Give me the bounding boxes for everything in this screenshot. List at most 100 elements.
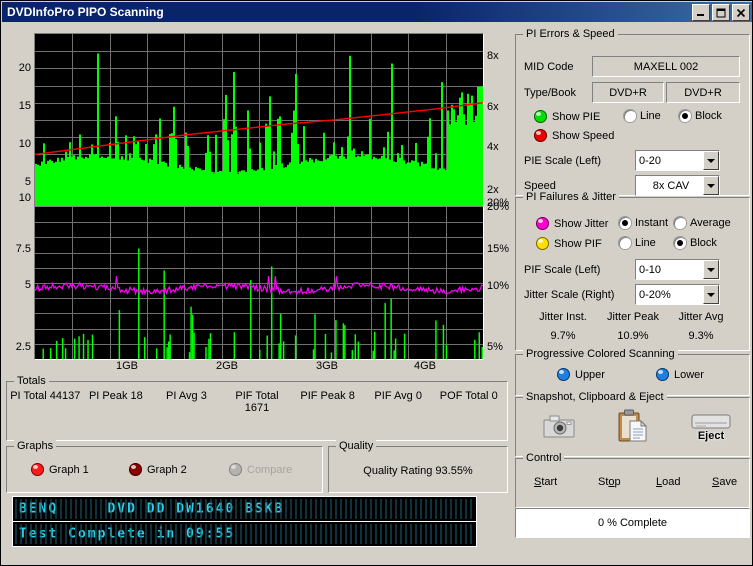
graph-2-button[interactable]: Graph 2: [129, 463, 187, 476]
window-controls: [692, 4, 750, 21]
type-value: DVD+R: [592, 82, 664, 103]
upper-label: Upper: [575, 368, 605, 381]
totals-header: POF Total: [439, 390, 489, 402]
title-bar[interactable]: DVDInfoPro PIPO Scanning: [2, 2, 752, 22]
jitter-peak-value: 10.9%: [617, 330, 649, 342]
start-button[interactable]: Start: [534, 476, 557, 488]
status-display: Test Complete in 09:55: [13, 522, 476, 546]
lower-ytick-7_5: 7.5: [15, 243, 31, 255]
pif-line-radio[interactable]: Line: [619, 237, 656, 249]
show-pie-toggle[interactable]: Show PIE: [534, 110, 600, 123]
quality-rating: Quality Rating 93.55%: [363, 465, 473, 477]
lower-ytick-2_5: 2.5: [15, 341, 31, 353]
graph-1-led: [31, 463, 44, 476]
upper-ytick-5: 5: [24, 176, 31, 188]
upper-ytick-bottom: 10: [18, 192, 31, 204]
show-pie-led: [534, 110, 547, 123]
pif-jitter-plot[interactable]: [34, 206, 484, 360]
quality-legend: Quality: [336, 440, 377, 452]
progressive-scanning-group: Progressive Colored Scanning Upper Lower: [515, 348, 750, 396]
compare-label: Compare: [247, 463, 293, 476]
totals-value: 44137: [49, 390, 81, 402]
jitter-peak-label: Jitter Peak: [607, 311, 659, 323]
totals-header: PI Peak: [88, 390, 128, 402]
jitter-peak-stat: Jitter Peak 10.9%: [596, 311, 670, 342]
jitter-instant-label: Instant: [635, 217, 669, 229]
pie-speed-plot[interactable]: [34, 33, 484, 207]
speed-value: 8x CAV: [652, 179, 690, 192]
camera-icon[interactable]: [541, 410, 577, 444]
compare-button[interactable]: Compare: [229, 463, 292, 476]
totals-value: 3: [200, 390, 207, 402]
pie-mode-line-label: Line: [640, 110, 661, 122]
jitter-average-label: Average: [690, 217, 731, 229]
radio-dot: [619, 217, 631, 229]
graph-2-label: Graph 2: [147, 463, 187, 476]
jitter-instant-radio[interactable]: Instant: [619, 217, 668, 229]
totals-header: PI Avg: [166, 390, 198, 402]
pie-scale-value: 0-20: [639, 154, 662, 167]
pi-failures-legend: PI Failures & Jitter: [523, 191, 619, 203]
window-title: DVDInfoPro PIPO Scanning: [7, 5, 164, 19]
show-pie-label: Show PIE: [552, 110, 601, 123]
upper-led: [557, 368, 570, 381]
radio-dot: [674, 237, 686, 249]
show-pif-led: [536, 237, 549, 250]
xtick-2gb: 2GB: [216, 360, 239, 372]
totals-col-pi-avg: PI Avg 3: [151, 390, 222, 414]
save-button[interactable]: Save: [712, 476, 737, 488]
pie-scale-select[interactable]: 0-20: [635, 150, 720, 171]
xtick-1gb: 1GB: [116, 360, 139, 372]
stop-button[interactable]: Stop: [598, 476, 621, 488]
pif-block-radio[interactable]: Block: [674, 237, 717, 249]
eject-label: Eject: [697, 430, 725, 442]
type-book-label: Type/Book: [524, 87, 576, 99]
clipboard-icon[interactable]: [614, 406, 652, 446]
show-speed-toggle[interactable]: Show Speed: [534, 129, 614, 142]
load-button[interactable]: Load: [656, 476, 680, 488]
show-pif-label: Show PIF: [554, 237, 602, 250]
radio-dot: [674, 217, 686, 229]
show-pif-toggle[interactable]: Show PIF: [536, 237, 602, 250]
maximize-button[interactable]: [712, 4, 730, 21]
jitter-avg-stat: Jitter Avg 9.3%: [664, 311, 738, 342]
totals-legend: Totals: [14, 375, 49, 387]
progress-status: 0 % Complete: [515, 508, 750, 538]
totals-table: PI Total 44137 PI Peak 18 PI Avg 3 PIF T…: [10, 390, 504, 414]
pie-mode-block-radio[interactable]: Block: [679, 110, 722, 122]
chevron-down-icon[interactable]: [703, 151, 719, 170]
pie-mode-line-radio[interactable]: Line: [624, 110, 661, 122]
jitter-average-radio[interactable]: Average: [674, 217, 731, 229]
lower-led: [656, 368, 669, 381]
lcd-grid-overlay: [15, 499, 474, 519]
totals-col-pof-total: POF Total 0: [433, 390, 504, 414]
xtick-4gb: 4GB: [414, 360, 437, 372]
control-legend: Control: [523, 452, 565, 464]
totals-col-pi-peak: PI Peak 18: [81, 390, 152, 414]
pie-scale-label: PIE Scale (Left): [524, 155, 602, 167]
eject-button[interactable]: Eject: [688, 407, 734, 447]
close-button[interactable]: [732, 4, 750, 21]
chevron-down-icon[interactable]: [703, 176, 719, 195]
chevron-down-icon[interactable]: [703, 260, 719, 279]
pi-errors-group: PI Errors & Speed MID Code MAXELL 002 Ty…: [515, 28, 750, 196]
totals-header: PIF Peak: [300, 390, 346, 402]
radio-dot: [624, 110, 636, 122]
chevron-down-icon[interactable]: [703, 285, 719, 304]
jitter-avg-label: Jitter Avg: [678, 311, 724, 323]
lower-toggle[interactable]: Lower: [656, 368, 704, 381]
pif-scale-label: PIF Scale (Left): [524, 264, 601, 276]
upper-ytick-10: 10: [18, 138, 31, 150]
upper-ytick-15: 15: [18, 100, 31, 112]
upper-toggle[interactable]: Upper: [557, 368, 605, 381]
compare-led: [229, 463, 242, 476]
totals-col-pif-peak: PIF Peak 8: [292, 390, 363, 414]
minimize-button[interactable]: [692, 4, 710, 21]
lower-y2tick-20pct: 20%: [487, 201, 510, 213]
jitter-scale-select[interactable]: 0-20%: [635, 284, 720, 305]
pif-scale-value: 0-10: [639, 263, 662, 276]
pif-scale-select[interactable]: 0-10: [635, 259, 720, 280]
graph-1-button[interactable]: Graph 1: [31, 463, 89, 476]
show-jitter-toggle[interactable]: Show Jitter: [536, 217, 608, 230]
speed-select[interactable]: 8x CAV: [635, 175, 720, 196]
